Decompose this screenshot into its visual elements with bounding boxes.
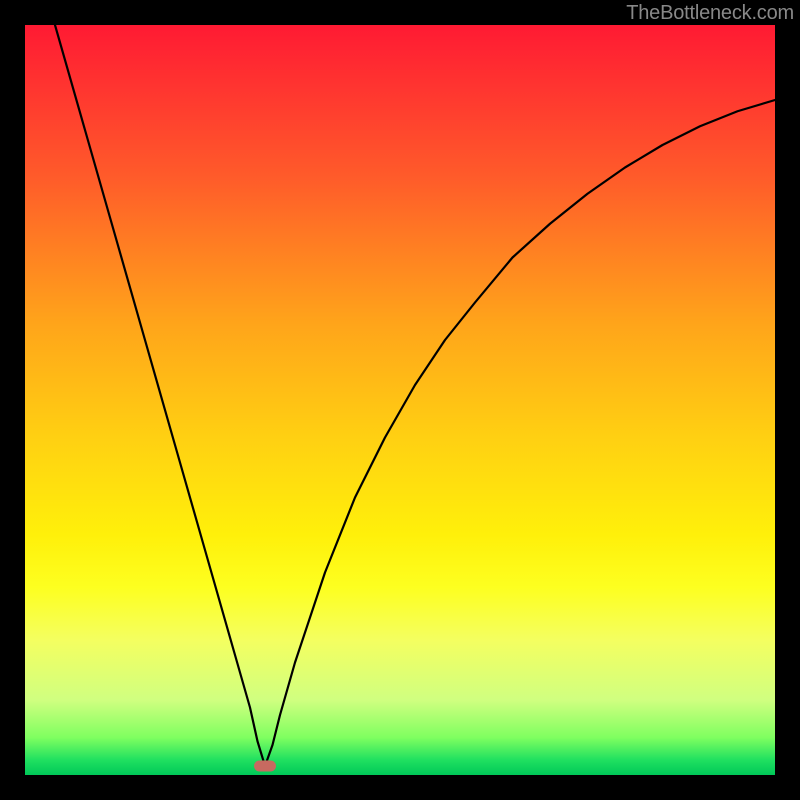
plot-area [25,25,775,775]
chart-frame: TheBottleneck.com [0,0,800,800]
bottleneck-curve [25,25,775,775]
watermark-text: TheBottleneck.com [626,2,794,25]
minimum-marker [254,761,276,772]
